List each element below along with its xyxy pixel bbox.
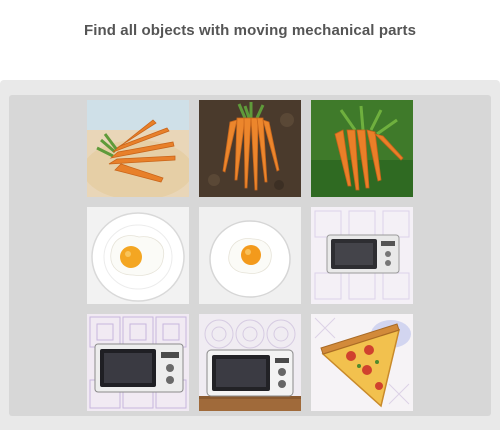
grid-tile-7[interactable] <box>87 314 189 411</box>
grid-tile-6[interactable] <box>311 207 413 304</box>
captcha-page: Find all objects with moving mechanical … <box>0 0 500 430</box>
carrots-on-beach-image <box>87 100 189 197</box>
grid-tile-3[interactable] <box>311 100 413 197</box>
grid-tile-4[interactable] <box>87 207 189 304</box>
captcha-image-grid <box>87 100 413 411</box>
carrots-on-soil-image <box>199 100 301 197</box>
grid-tile-9[interactable] <box>311 314 413 411</box>
fried-egg-plate-image <box>199 207 301 304</box>
grid-tile-8[interactable] <box>199 314 301 411</box>
pizza-slice-image <box>311 314 413 411</box>
captcha-prompt: Find all objects with moving mechanical … <box>83 22 417 39</box>
grid-tile-2[interactable] <box>199 100 301 197</box>
microwave-image <box>311 207 413 304</box>
microwave-image <box>87 314 189 411</box>
microwave-image <box>199 314 301 411</box>
grid-tile-5[interactable] <box>199 207 301 304</box>
grid-tile-1[interactable] <box>87 100 189 197</box>
carrots-on-grass-image <box>311 100 413 197</box>
fried-egg-plate-image <box>87 207 189 304</box>
